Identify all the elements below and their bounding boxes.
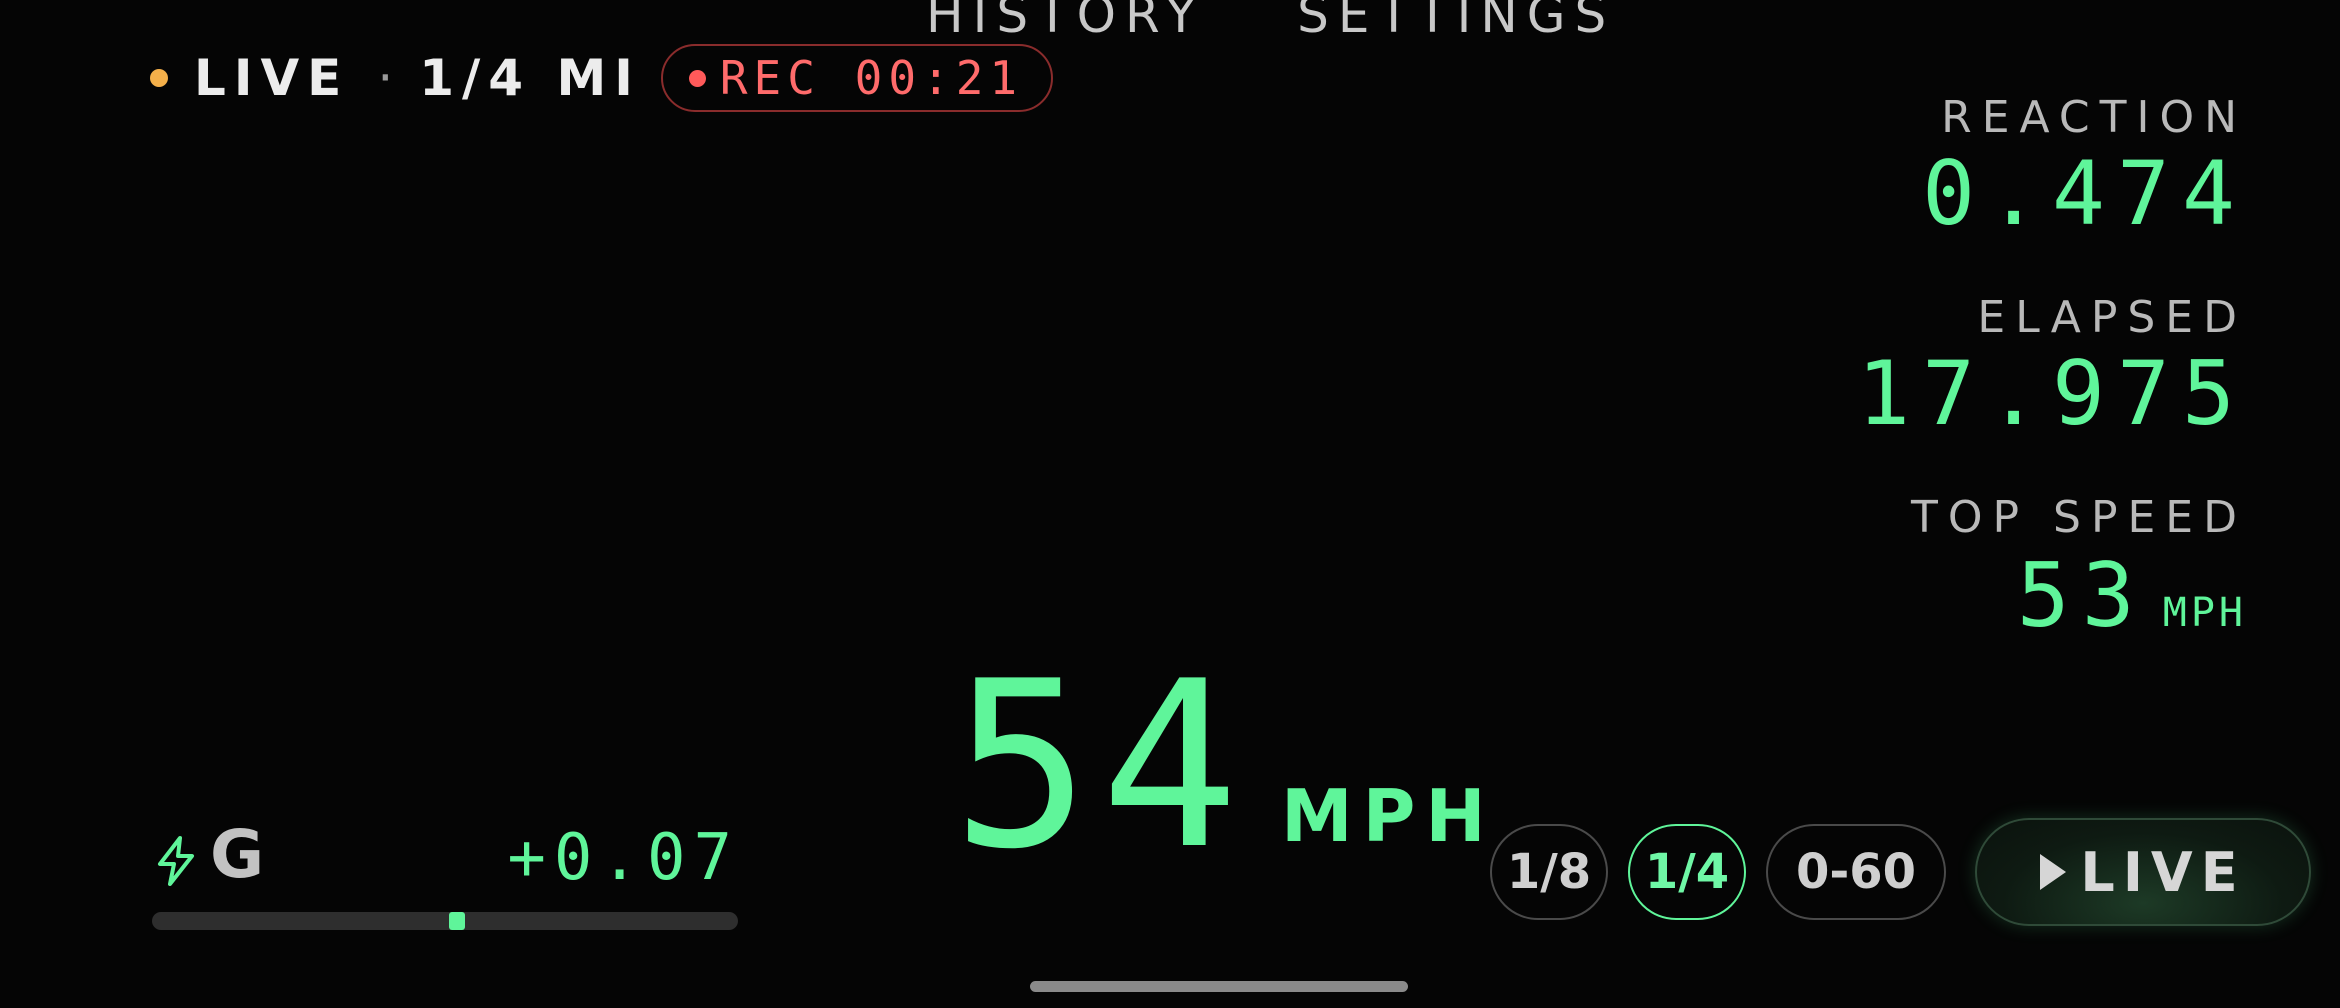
g-force-marker	[449, 912, 465, 930]
g-force-track	[152, 912, 738, 930]
home-indicator[interactable]	[1030, 981, 1408, 992]
elapsed-value: 17.975	[1857, 342, 2247, 445]
reaction-label: REACTION	[1941, 92, 2247, 143]
top-speed-unit: MPH	[2162, 590, 2247, 636]
history-tab[interactable]: HISTORY	[926, 0, 1205, 44]
top-speed-readout: 53 MPH	[2017, 552, 2247, 640]
mode-eighth-mile-button[interactable]: 1/8	[1490, 824, 1608, 920]
g-force-value: +0.07	[507, 821, 740, 895]
g-force-label: G	[210, 816, 265, 893]
top-nav: HISTORY SETTINGS	[926, 0, 1615, 44]
record-dot-icon	[688, 69, 706, 87]
elapsed-label: ELAPSED	[1977, 292, 2247, 343]
recording-badge[interactable]: REC 00:21	[660, 44, 1054, 112]
top-speed-label: TOP SPEED	[1911, 492, 2247, 543]
current-speed-value: 54	[952, 633, 1249, 900]
speedometer: 54 MPH	[952, 652, 1496, 882]
distance-label: 1/4 MI	[419, 49, 641, 107]
top-speed-value: 53	[2016, 544, 2147, 647]
mode-label: LIVE	[194, 49, 350, 107]
live-status-dot	[150, 69, 168, 87]
lightning-bolt-icon	[158, 836, 194, 886]
status-separator: ·	[377, 49, 394, 107]
current-speed-unit: MPH	[1280, 774, 1496, 858]
live-button-label: LIVE	[2080, 840, 2246, 904]
play-icon	[2040, 854, 2067, 890]
settings-tab[interactable]: SETTINGS	[1297, 0, 1615, 44]
mode-zero-sixty-button[interactable]: 0-60	[1766, 824, 1946, 920]
live-button[interactable]: LIVE	[1975, 818, 2311, 926]
recording-timer: REC 00:21	[719, 51, 1024, 105]
status-bar: LIVE · 1/4 MI REC 00:21	[150, 44, 1054, 112]
reaction-value: 0.474	[1922, 142, 2247, 245]
mode-quarter-mile-button[interactable]: 1/4	[1628, 824, 1746, 920]
g-force-meter: G +0.07	[150, 822, 740, 902]
